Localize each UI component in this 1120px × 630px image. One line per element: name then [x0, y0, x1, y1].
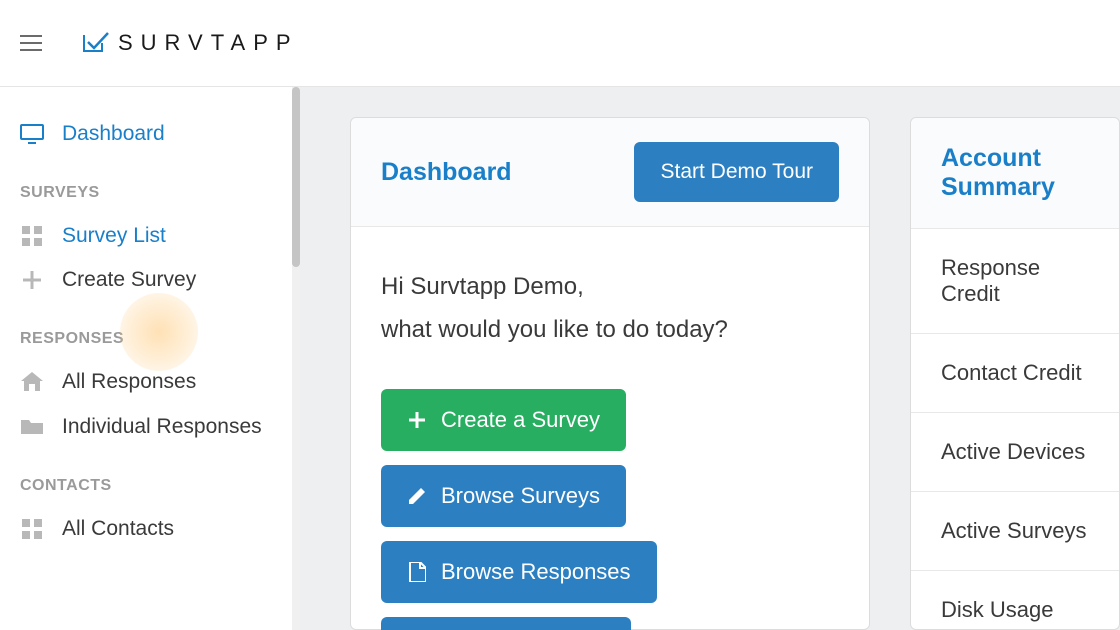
start-demo-tour-button[interactable]: Start Demo Tour [634, 142, 839, 202]
browse-surveys-button[interactable]: Browse Surveys [381, 465, 626, 527]
hamburger-menu-icon[interactable] [20, 35, 42, 51]
sidebar-label-dashboard: Dashboard [62, 122, 165, 146]
sidebar-section-contacts: CONTACTS [20, 477, 300, 495]
create-survey-label: Create a Survey [441, 407, 600, 433]
app-header: SURVTAPP [0, 0, 1120, 87]
main-content: Dashboard Start Demo Tour Hi Survtapp De… [300, 87, 1120, 630]
sidebar-scrollbar[interactable] [292, 87, 300, 630]
sidebar: Dashboard SURVEYS Survey List Create Sur… [0, 87, 300, 630]
sidebar-label-individual-responses: Individual Responses [62, 414, 262, 439]
summary-item-active-surveys[interactable]: Active Surveys [911, 492, 1119, 571]
sidebar-label-all-responses: All Responses [62, 370, 196, 394]
sidebar-item-survey-list[interactable]: Survey List [20, 214, 300, 258]
logo-checkmark-icon [82, 31, 110, 55]
grid-icon [20, 226, 44, 246]
summary-item-response-credit[interactable]: Response Credit [911, 229, 1119, 334]
sidebar-label-create-survey: Create Survey [62, 268, 196, 292]
sidebar-item-dashboard[interactable]: Dashboard [20, 112, 300, 156]
sidebar-item-all-responses[interactable]: All Responses [20, 360, 300, 404]
home-icon [20, 372, 44, 392]
account-summary-card: Account Summary Response Credit Contact … [910, 117, 1120, 630]
edit-icon [407, 486, 427, 506]
sidebar-item-individual-responses[interactable]: Individual Responses [20, 404, 300, 449]
greeting-line-2: what would you like to do today? [381, 308, 839, 351]
create-a-survey-button[interactable]: Create a Survey [381, 389, 626, 451]
grid-icon [20, 519, 44, 539]
folder-icon [20, 417, 44, 437]
greeting-line-1: Hi Survtapp Demo, [381, 265, 839, 308]
sidebar-label-survey-list: Survey List [62, 224, 166, 248]
browse-responses-label: Browse Responses [441, 559, 631, 585]
summary-card-header: Account Summary [911, 118, 1119, 229]
monitor-icon [20, 124, 44, 144]
plus-icon [407, 410, 427, 430]
browse-responses-button[interactable]: Browse Responses [381, 541, 657, 603]
plus-icon [20, 270, 44, 290]
dashboard-card-header: Dashboard Start Demo Tour [351, 118, 869, 227]
greeting-text: Hi Survtapp Demo, what would you like to… [381, 265, 839, 351]
summary-item-disk-usage[interactable]: Disk Usage [911, 571, 1119, 630]
dashboard-card: Dashboard Start Demo Tour Hi Survtapp De… [350, 117, 870, 630]
dashboard-title: Dashboard [381, 158, 512, 187]
sidebar-scrollbar-thumb[interactable] [292, 87, 300, 267]
summary-list: Response Credit Contact Credit Active De… [911, 229, 1119, 630]
summary-item-active-devices[interactable]: Active Devices [911, 413, 1119, 492]
sidebar-item-all-contacts[interactable]: All Contacts [20, 507, 300, 551]
browse-surveys-label: Browse Surveys [441, 483, 600, 509]
summary-item-contact-credit[interactable]: Contact Credit [911, 334, 1119, 413]
sidebar-section-surveys: SURVEYS [20, 184, 300, 202]
summary-title: Account Summary [941, 144, 1089, 202]
logo-text: SURVTAPP [118, 30, 299, 56]
sidebar-item-create-survey[interactable]: Create Survey [20, 258, 300, 302]
file-icon [407, 562, 427, 582]
sidebar-label-all-contacts: All Contacts [62, 517, 174, 541]
manage-account-button[interactable]: Manage Account [381, 617, 631, 630]
sidebar-section-responses: RESPONSES [20, 330, 300, 348]
app-logo[interactable]: SURVTAPP [82, 30, 299, 56]
